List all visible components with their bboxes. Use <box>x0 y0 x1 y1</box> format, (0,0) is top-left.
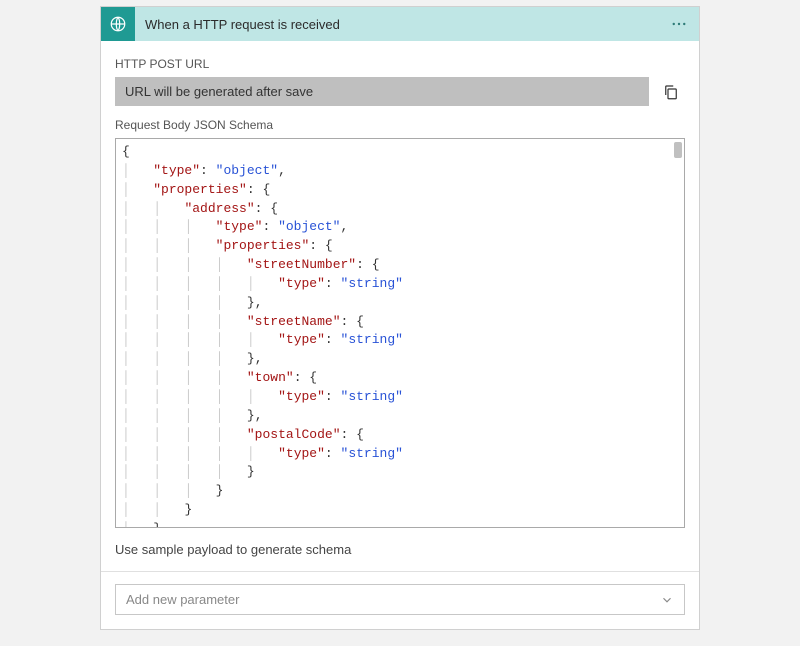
card-header[interactable]: When a HTTP request is received <box>101 7 699 41</box>
divider <box>101 571 699 572</box>
card-title: When a HTTP request is received <box>135 7 659 41</box>
url-readonly-box: URL will be generated after save <box>115 77 649 106</box>
schema-label: Request Body JSON Schema <box>115 118 685 132</box>
add-parameter-placeholder: Add new parameter <box>126 592 239 607</box>
trigger-card: When a HTTP request is received HTTP POS… <box>100 6 700 630</box>
url-row: URL will be generated after save <box>115 77 685 106</box>
card-menu-button[interactable] <box>659 7 699 41</box>
sample-payload-link[interactable]: Use sample payload to generate schema <box>115 542 685 557</box>
scrollbar-thumb[interactable] <box>674 142 682 158</box>
schema-content: { │ "type": "object", │ "properties": { … <box>116 139 684 528</box>
add-parameter-select[interactable]: Add new parameter <box>115 584 685 615</box>
chevron-down-icon <box>660 593 674 607</box>
ellipsis-icon <box>670 15 688 33</box>
schema-editor[interactable]: { │ "type": "object", │ "properties": { … <box>115 138 685 528</box>
copy-icon <box>662 83 680 101</box>
url-label: HTTP POST URL <box>115 57 685 71</box>
card-body: HTTP POST URL URL will be generated afte… <box>101 41 699 629</box>
globe-icon <box>101 7 135 41</box>
copy-url-button[interactable] <box>657 77 685 106</box>
